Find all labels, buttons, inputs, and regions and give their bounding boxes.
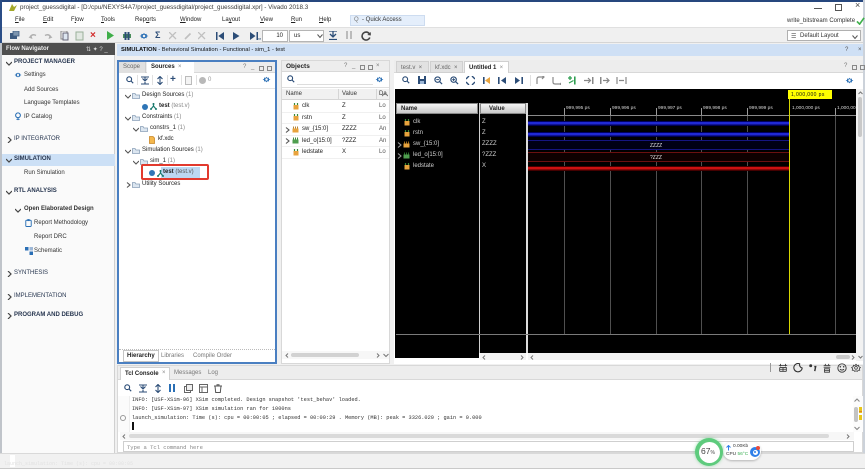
svg-text:ns: ns xyxy=(258,37,261,40)
